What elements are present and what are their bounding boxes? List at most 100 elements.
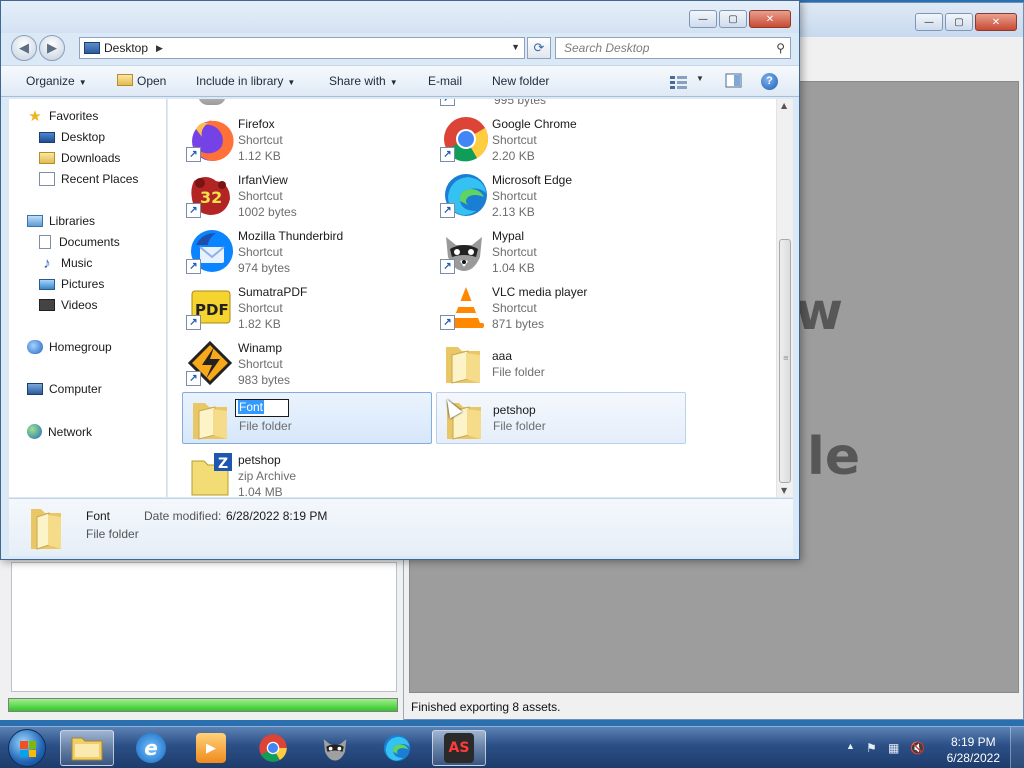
preview-pane-icon[interactable] [725, 73, 743, 89]
start-button[interactable] [8, 729, 46, 767]
open-button[interactable]: Open [117, 74, 166, 88]
file-name: Google Chrome [492, 117, 577, 131]
search-input[interactable]: Search Desktop ⚲ [555, 37, 791, 59]
file-name: Winamp [238, 341, 283, 355]
file-item-aaa-folder[interactable]: aaa File folder [436, 337, 686, 389]
explorer-window-controls: — ▢ ✕ [689, 10, 791, 28]
refresh-button[interactable]: ⟳ [527, 37, 551, 59]
taskbar-explorer-button[interactable] [60, 730, 114, 766]
explorer-window: — ▢ ✕ ◀ ▶ Desktop ▶ ▼ ⟳ Search Desktop ⚲… [0, 0, 800, 560]
videos-icon [39, 299, 55, 311]
rename-input[interactable]: Font [235, 399, 289, 417]
file-item-sumatrapdf[interactable]: PDF ↗ SumatraPDF Shortcut 1.82 KB [182, 281, 432, 333]
file-item-vlc-media-player[interactable]: ↗ VLC media player Shortcut 871 bytes [436, 281, 686, 333]
show-desktop-button[interactable] [1010, 727, 1024, 768]
file-item-petshop-folder[interactable]: petshop File folder [436, 392, 686, 444]
file-size: 983 bytes [238, 373, 291, 387]
email-button[interactable]: E-mail [428, 74, 462, 88]
taskbar-mypal-button[interactable] [308, 730, 362, 766]
close-button[interactable]: ✕ [975, 13, 1017, 31]
include-in-library-button[interactable]: Include in library ▼ [196, 74, 295, 88]
background-left-panel [0, 558, 404, 720]
nav-music[interactable]: ♪ Music [39, 255, 92, 272]
asset-studio-icon: AS [444, 733, 474, 763]
include-in-library-label: Include in library [196, 74, 284, 88]
share-with-button[interactable]: Share with ▼ [329, 74, 398, 88]
scrollbar-thumb[interactable]: ≡ [779, 239, 791, 483]
file-item-google-chrome[interactable]: ↗ Google Chrome Shortcut 2.20 KB [436, 113, 686, 165]
nav-libraries[interactable]: Libraries [27, 214, 95, 228]
help-icon[interactable]: ? [761, 73, 778, 90]
taskbar-media-button[interactable]: ▶ [184, 730, 238, 766]
file-item-mozilla-thunderbird[interactable]: ↗ Mozilla Thunderbird Shortcut 974 bytes [182, 225, 432, 277]
chevron-down-icon[interactable]: ▼ [511, 42, 520, 52]
nav-downloads[interactable]: Downloads [39, 151, 120, 165]
file-item-font-folder[interactable]: Font File folder [182, 392, 432, 444]
nav-homegroup[interactable]: Homegroup [27, 340, 112, 354]
nav-favorites[interactable]: ★ Favorites [27, 108, 98, 125]
nav-documents-label: Documents [59, 235, 120, 249]
nav-videos[interactable]: Videos [39, 298, 97, 312]
show-hidden-icons-icon[interactable]: ▲ [846, 741, 855, 751]
file-size: 974 bytes [238, 261, 291, 275]
vertical-scrollbar[interactable]: ▲ ≡ ▼ [776, 99, 793, 497]
taskbar: e ▶ AS ▲ ⚑ ▦ 🔇 8:19 PM 6/28/2022 [0, 726, 1024, 768]
media-player-icon: ▶ [196, 733, 226, 763]
chevron-right-icon[interactable]: ▶ [156, 43, 163, 54]
nav-desktop[interactable]: Desktop [39, 130, 105, 144]
back-button[interactable]: ◀ [11, 35, 37, 61]
maximize-button[interactable]: ▢ [945, 13, 973, 31]
address-bar[interactable]: Desktop ▶ ▼ [79, 37, 525, 59]
chevron-down-icon: ▼ [389, 78, 398, 87]
file-item-petshop-zip[interactable]: Z petshop zip Archive 1.04 MB [182, 449, 432, 497]
forward-button[interactable]: ▶ [39, 35, 65, 61]
breadcrumb-desktop[interactable]: Desktop [104, 41, 148, 55]
scroll-up-arrow-icon[interactable]: ▲ [781, 101, 787, 110]
volume-muted-icon[interactable]: 🔇 [910, 741, 925, 755]
nav-recent-places[interactable]: Recent Places [39, 172, 138, 186]
clock[interactable]: 8:19 PM 6/28/2022 [947, 734, 1000, 766]
file-item-irfanview[interactable]: 32 ↗ IrfanView Shortcut 1002 bytes [182, 169, 432, 221]
scroll-down-arrow-icon[interactable]: ▼ [781, 486, 787, 495]
internet-explorer-icon: e [136, 733, 166, 763]
back-arrow-icon: ◀ [19, 40, 29, 56]
file-name: SumatraPDF [238, 285, 308, 299]
network-tray-icon[interactable]: ▦ [888, 741, 899, 755]
view-options-icon[interactable] [669, 74, 689, 90]
nav-pictures-label: Pictures [61, 277, 105, 291]
minimize-button[interactable]: — [689, 10, 717, 28]
pictures-icon [39, 278, 55, 290]
nav-network[interactable]: Network [27, 424, 92, 439]
file-size: 1002 bytes [238, 205, 297, 219]
explorer-titlebar[interactable]: — ▢ ✕ [1, 1, 799, 33]
close-button[interactable]: ✕ [749, 10, 791, 28]
minimize-button[interactable]: — [915, 13, 943, 31]
svg-text:Z: Z [218, 456, 228, 472]
organize-button[interactable]: Organize ▼ [26, 74, 87, 88]
taskbar-as-button[interactable]: AS [432, 730, 486, 766]
nav-computer[interactable]: Computer [27, 382, 102, 396]
taskbar-ie-button[interactable]: e [124, 730, 178, 766]
maximize-button[interactable]: ▢ [719, 10, 747, 28]
svg-text:32: 32 [200, 188, 222, 207]
file-item-firefox[interactable]: ↗ Firefox Shortcut 1.12 KB [182, 113, 432, 165]
action-center-flag-icon[interactable]: ⚑ [866, 741, 877, 755]
chevron-down-icon[interactable]: ▼ [696, 74, 704, 83]
file-type: Shortcut [238, 133, 283, 147]
file-item-mypal[interactable]: ↗ Mypal Shortcut 1.04 KB [436, 225, 686, 277]
desktop-icon [39, 131, 55, 143]
search-icon[interactable]: ⚲ [776, 41, 785, 55]
file-item-winamp[interactable]: ↗ Winamp Shortcut 983 bytes [182, 337, 432, 389]
file-item-microsoft-edge[interactable]: ↗ Microsoft Edge Shortcut 2.13 KB [436, 169, 686, 221]
search-placeholder: Search Desktop [564, 41, 650, 55]
taskbar-edge-button[interactable] [370, 730, 424, 766]
nav-documents[interactable]: Documents [39, 235, 120, 249]
nav-pictures[interactable]: Pictures [39, 277, 104, 291]
new-folder-button[interactable]: New folder [492, 74, 549, 88]
file-type: File folder [239, 419, 292, 433]
folder-icon [117, 74, 133, 86]
shortcut-overlay-icon: ↗ [440, 315, 455, 330]
progress-bar [8, 698, 398, 712]
downloads-folder-icon [39, 152, 55, 164]
taskbar-chrome-button[interactable] [246, 730, 300, 766]
